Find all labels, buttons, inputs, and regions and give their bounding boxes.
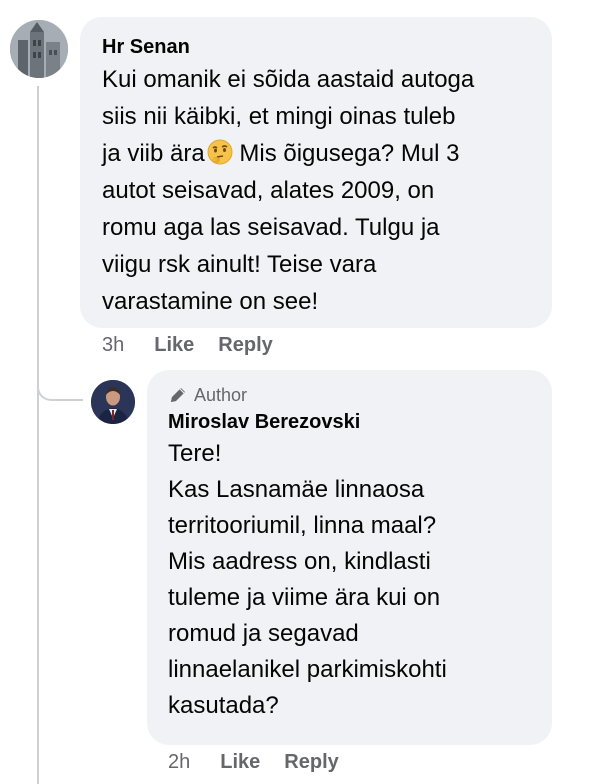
comment-actions: 3h Like Reply <box>102 334 297 357</box>
avatar-photo <box>91 380 135 424</box>
avatar-photo <box>10 20 68 78</box>
reply-button[interactable]: Reply <box>218 334 272 357</box>
comment-timestamp[interactable]: 2h <box>168 751 190 774</box>
author-badge-label: Author <box>194 385 248 405</box>
comment-text: Kui omanik ei sõida aastaid autoga siis … <box>102 61 532 320</box>
comment-text: Tere! Kas Lasnamäe linnaosa territoorium… <box>168 440 447 719</box>
reply-connector-line <box>37 365 83 401</box>
avatar[interactable] <box>10 20 68 78</box>
comment-author[interactable]: Hr Senan <box>102 35 532 59</box>
thinking-face-icon <box>207 139 233 165</box>
reply-button[interactable]: Reply <box>284 751 338 774</box>
comment-bubble: Hr Senan Kui omanik ei sõida aastaid aut… <box>80 17 552 328</box>
comment-timestamp[interactable]: 3h <box>102 334 124 357</box>
comment-author[interactable]: Miroslav Berezovski <box>168 410 534 434</box>
like-button[interactable]: Like <box>220 751 260 774</box>
comment-actions: 2h Like Reply <box>168 751 363 774</box>
like-button[interactable]: Like <box>154 334 194 357</box>
author-badge: Author <box>168 384 534 406</box>
pencil-icon <box>171 388 185 402</box>
comment-bubble: Author Miroslav Berezovski Tere! Kas Las… <box>147 370 552 745</box>
thread-line <box>37 86 39 784</box>
avatar[interactable] <box>91 380 135 424</box>
